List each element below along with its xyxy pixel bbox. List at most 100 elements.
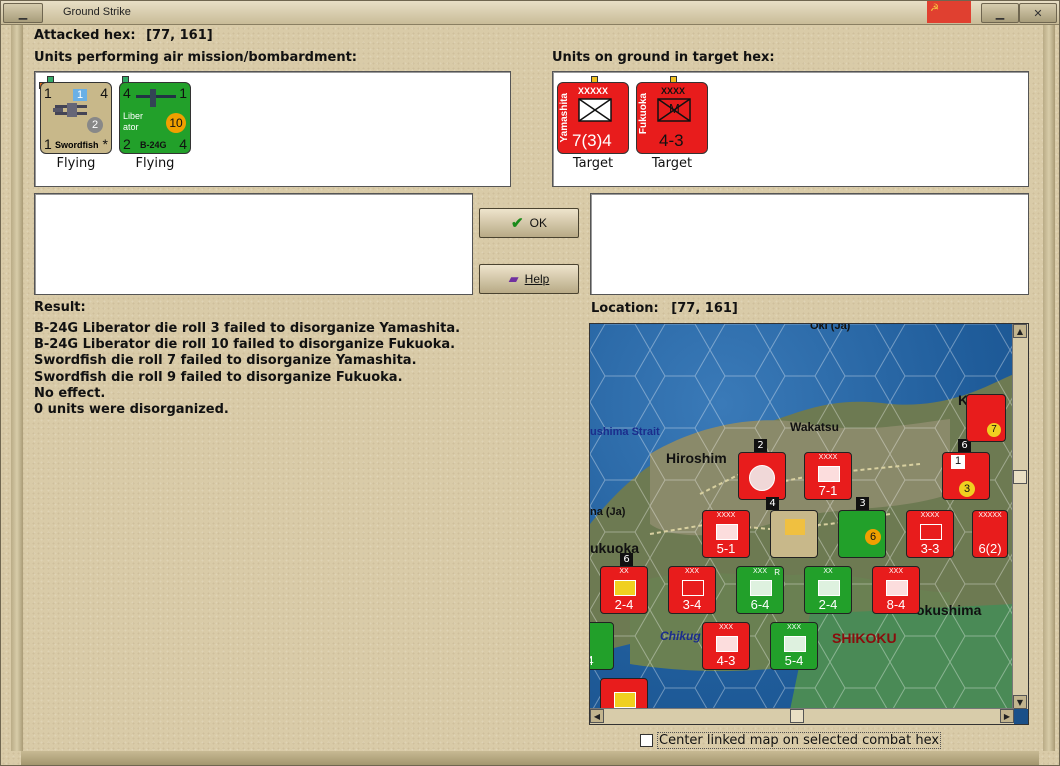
stack-count: 2 — [754, 439, 767, 452]
ok-button[interactable]: ✔ OK — [479, 208, 579, 238]
location-map[interactable]: Oki (Ja) ushima Strait Wakatsu Hiroshim … — [589, 323, 1029, 725]
counter-defense: 1 — [44, 136, 52, 152]
help-button-label: Help — [524, 272, 550, 286]
map-counter-5-4[interactable]: XXX 5-4 — [770, 622, 818, 670]
map-counter-6-4[interactable]: XXX R 6-4 — [736, 566, 784, 614]
counter-value: 4-3 — [716, 653, 736, 668]
counter-value: 7-1 — [818, 483, 838, 498]
scroll-up-icon[interactable]: ▲ — [1013, 324, 1027, 338]
infantry-symbol-icon — [614, 580, 636, 596]
map-counter-4-3[interactable]: XXX 4-3 — [702, 622, 750, 670]
marine-symbol-icon — [784, 636, 806, 652]
counter-subname: Liber ator — [123, 111, 144, 132]
counter-size: XXX — [786, 624, 801, 631]
infantry-symbol-icon — [716, 524, 738, 540]
ground-unit-yamashita[interactable]: Yamashita XXXXX 7(3)4 Target — [555, 76, 631, 171]
infantry-symbol-icon — [818, 466, 840, 482]
map-vertical-scrollbar[interactable]: ▲ ▼ — [1012, 324, 1028, 709]
map-counter-2-4-red[interactable]: XX 2-4 — [600, 566, 648, 614]
infantry-symbol-icon — [578, 98, 612, 122]
counter-size: XXXX — [818, 454, 838, 461]
attacked-hex-caption: Attacked hex: — [34, 28, 136, 43]
help-button[interactable]: ▰ Help — [479, 264, 579, 294]
marine-symbol-icon — [750, 580, 772, 596]
attacked-hex-value: [77, 161] — [146, 28, 213, 43]
counter-flag: R — [774, 568, 780, 577]
counter-size: XXX — [888, 568, 903, 575]
window-menu-button[interactable]: ▁ — [3, 3, 43, 23]
counter-name: Swordfish — [55, 140, 99, 150]
map-counter-5-1[interactable]: XXXX 5-1 — [702, 510, 750, 558]
window-menu-icon: ▁ — [18, 6, 28, 20]
map-counter-3-3[interactable]: XXXX 3-3 — [906, 510, 954, 558]
scroll-right-icon[interactable]: ▶ — [1000, 709, 1014, 723]
unit-status: Flying — [135, 156, 175, 171]
map-label-wakatsu: Wakatsu — [790, 420, 839, 434]
map-horizontal-scrollbar[interactable]: ◀ ▶ — [590, 708, 1014, 724]
counter-value: 4-3 — [659, 131, 684, 150]
result-line: Swordfish die roll 7 failed to disorgani… — [34, 353, 417, 369]
air-unit-b24g[interactable]: 4 1 Liber ator 10 2 B-24G 4 Flying — [117, 76, 193, 171]
counter-size: XX — [619, 568, 629, 575]
map-counter-hq[interactable] — [738, 452, 786, 500]
soviet-flag-icon: ☭ — [927, 1, 971, 23]
vertical-scroll-thumb[interactable] — [1013, 470, 1027, 484]
map-label-na-ja: na (Ja) — [590, 506, 626, 518]
map-counter-8-4[interactable]: XXX 8-4 — [872, 566, 920, 614]
map-counter-2-4-green[interactable]: XX 2-4 — [804, 566, 852, 614]
left-info-panel — [34, 193, 473, 295]
air-unit-swordfish[interactable]: 1 4 1 2 1 Swordfish * Flying — [38, 76, 114, 171]
counter-range: 4 — [100, 85, 108, 101]
scroll-left-icon[interactable]: ◀ — [590, 709, 604, 723]
counter-value: 3-4 — [682, 597, 702, 612]
map-counter-ki44[interactable]: 7 — [966, 394, 1006, 442]
counter-badge: 7 — [987, 423, 1001, 437]
unit-status: Target — [651, 156, 693, 171]
attacked-hex-label: Attacked hex: [77, 161] — [34, 28, 213, 43]
map-counter-6-2[interactable]: XXXXX 6(2) — [972, 510, 1008, 558]
result-line: Swordfish die roll 9 failed to disorgani… — [34, 369, 403, 385]
counter-name: Fukuoka — [638, 93, 649, 135]
counter-value: 6-4 — [750, 597, 770, 612]
map-counter-b24g[interactable]: 6 — [838, 510, 886, 558]
counter-symbol: M — [669, 101, 680, 116]
ground-strike-window: ▁ Ground Strike ☭ ▁ ✕ Attacked hex: [77,… — [0, 0, 1060, 766]
stack-count: 3 — [856, 497, 869, 510]
close-button[interactable]: ✕ — [1019, 3, 1057, 23]
counter-size: XXXXX — [578, 86, 609, 96]
unit-status: Target — [572, 156, 614, 171]
counter-size: XX — [823, 568, 833, 575]
map-label-shikoku: SHIKOKU — [832, 630, 897, 646]
counter-badge: 6 — [865, 529, 881, 545]
counter-name: Yamashita — [559, 93, 570, 143]
map-counter-edge-green[interactable]: 4 — [590, 622, 614, 670]
map-counter-3-4[interactable]: XXX 3-4 — [668, 566, 716, 614]
center-map-checkbox[interactable] — [640, 734, 653, 747]
map-label-tokushima: okushima — [916, 602, 982, 618]
unit-counter: 1 4 1 2 1 Swordfish * — [40, 82, 112, 154]
help-book-icon: ▰ — [508, 271, 519, 286]
center-map-label[interactable]: Center linked map on selected combat hex — [657, 732, 942, 749]
ground-units-panel: Yamashita XXXXX 7(3)4 Target Fukuoka XXX… — [552, 71, 1029, 187]
map-counter-swordfish[interactable] — [770, 510, 818, 558]
unit-status: Flying — [56, 156, 96, 171]
counter-value: 6(2) — [978, 541, 1002, 556]
scroll-down-icon[interactable]: ▼ — [1013, 695, 1027, 709]
infantry-symbol-icon — [886, 580, 908, 596]
counter-value: 2-4 — [818, 597, 838, 612]
frame-left-edge — [11, 25, 23, 751]
counter-size: XXXX — [716, 512, 736, 519]
counter-badge: 3 — [959, 481, 975, 497]
location-caption: Location: — [591, 301, 659, 316]
unit-counter: Yamashita XXXXX 7(3)4 — [557, 82, 629, 154]
counter-grey-badge: 2 — [87, 117, 103, 133]
checkmark-icon: ✔ — [511, 215, 524, 232]
map-counter-7-1[interactable]: XXXX 7-1 — [804, 452, 852, 500]
map-counter-air[interactable]: 1 3 — [942, 452, 990, 500]
location-value: [77, 161] — [671, 301, 738, 316]
horizontal-scroll-thumb[interactable] — [790, 709, 804, 723]
counter-size: XXXX — [920, 512, 940, 519]
minimize-button[interactable]: ▁ — [981, 3, 1019, 23]
counter-value: 5-1 — [716, 541, 736, 556]
ground-unit-fukuoka[interactable]: Fukuoka XXXX M 4-3 Target — [634, 76, 710, 171]
